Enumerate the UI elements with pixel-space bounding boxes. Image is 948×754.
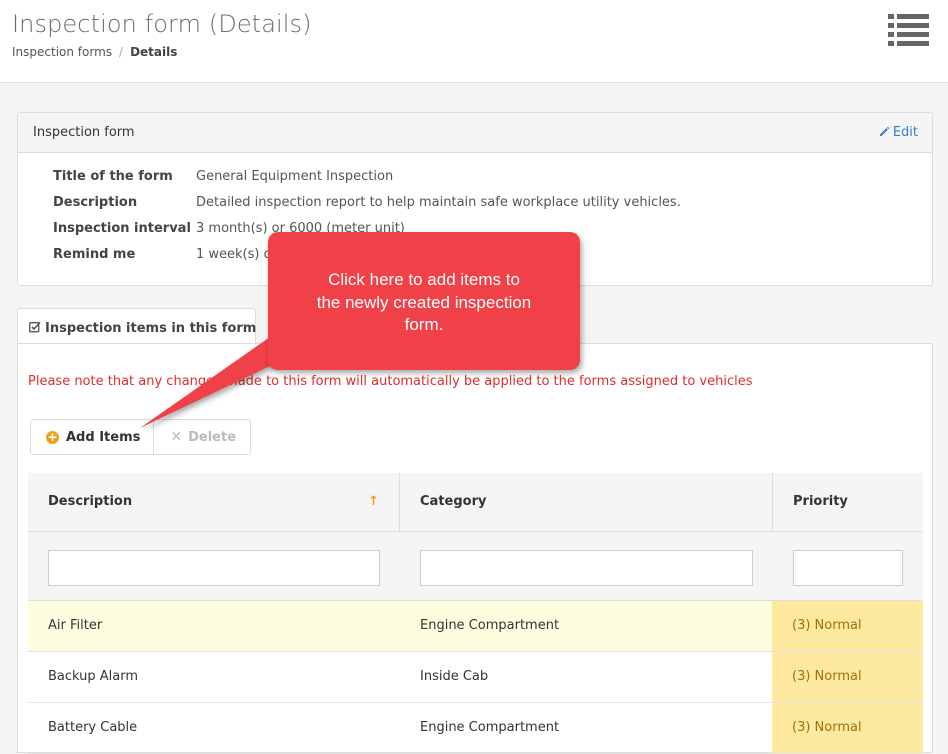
edit-button[interactable]: Edit	[879, 125, 918, 140]
panel-title: Inspection form	[33, 125, 135, 140]
description-cell: Backup Alarm	[48, 669, 139, 684]
close-icon: ✕	[170, 429, 183, 445]
column-label: Category	[420, 494, 487, 509]
warning-notice: Please note that any changes made to thi…	[28, 374, 753, 389]
column-header-category[interactable]: Category	[400, 473, 773, 531]
plus-circle-icon: +	[46, 429, 59, 444]
delete-button[interactable]: ✕ Delete	[154, 420, 250, 454]
table-row[interactable]: Backup Alarm Inside Cab (3) Normal	[28, 652, 923, 703]
list-icon[interactable]	[888, 14, 930, 48]
add-items-label: Add Items	[66, 429, 141, 445]
page-title: Inspection form (Details)	[12, 10, 312, 38]
callout-line: form.	[404, 315, 444, 334]
edit-label: Edit	[892, 125, 918, 140]
sort-ascending-icon[interactable]: ↑	[368, 494, 379, 509]
priority-cell: (3) Normal	[772, 652, 923, 702]
callout-text: Click here to add items to the newly cre…	[268, 269, 580, 337]
column-header-description[interactable]: Description ↑	[28, 473, 400, 531]
detail-label: Remind me	[53, 247, 136, 262]
column-label: Priority	[793, 494, 848, 509]
priority-cell: (3) Normal	[772, 601, 923, 651]
pencil-icon	[879, 126, 890, 136]
category-filter-input[interactable]	[420, 550, 753, 586]
breadcrumb: Inspection forms / Details	[12, 45, 177, 59]
breadcrumb-separator: /	[119, 45, 124, 59]
detail-label: Description	[53, 195, 138, 210]
table-row[interactable]: Air Filter Engine Compartment (3) Normal	[28, 601, 923, 652]
callout-line: Click here to add items to	[328, 270, 520, 289]
priority-filter-input[interactable]	[793, 550, 903, 586]
category-cell: Engine Compartment	[420, 720, 560, 735]
detail-value: General Equipment Inspection	[196, 169, 394, 184]
tutorial-callout: Click here to add items to the newly cre…	[268, 232, 580, 370]
breadcrumb-inspection-forms[interactable]: Inspection forms	[12, 45, 112, 59]
detail-label: Title of the form	[53, 169, 173, 184]
tab-label: Inspection items in this form	[45, 321, 257, 336]
table-row[interactable]: Battery Cable Engine Compartment (3) Nor…	[28, 703, 923, 754]
description-filter-input[interactable]	[48, 550, 380, 586]
breadcrumb-current: Details	[130, 45, 178, 59]
detail-value: 1 week(s) or	[196, 247, 277, 262]
column-header-priority[interactable]: Priority	[773, 473, 923, 531]
detail-value: Detailed inspection report to help maint…	[196, 195, 681, 210]
delete-label: Delete	[188, 429, 237, 445]
tab-content: Please note that any changes made to thi…	[17, 343, 933, 754]
category-cell: Engine Compartment	[420, 618, 560, 633]
add-items-button[interactable]: + Add Items	[31, 420, 155, 454]
description-cell: Air Filter	[48, 618, 103, 633]
column-label: Description	[48, 494, 133, 509]
checkbox-icon	[29, 321, 41, 333]
filter-row	[28, 532, 923, 601]
items-grid: Description ↑ Category Priority Air Filt…	[28, 473, 923, 754]
page-header: Inspection form (Details) Inspection for…	[0, 0, 948, 83]
detail-label: Inspection interval	[53, 221, 191, 236]
priority-cell: (3) Normal	[772, 703, 923, 753]
callout-line: the newly created inspection	[316, 292, 532, 312]
tab-inspection-items[interactable]: Inspection items in this form	[17, 308, 256, 344]
grid-header: Description ↑ Category Priority	[28, 473, 923, 532]
toolbar: + Add Items ✕ Delete	[30, 419, 252, 455]
category-cell: Inside Cab	[420, 669, 489, 684]
description-cell: Battery Cable	[48, 720, 138, 735]
panel-header: Inspection form Edit	[18, 113, 932, 153]
